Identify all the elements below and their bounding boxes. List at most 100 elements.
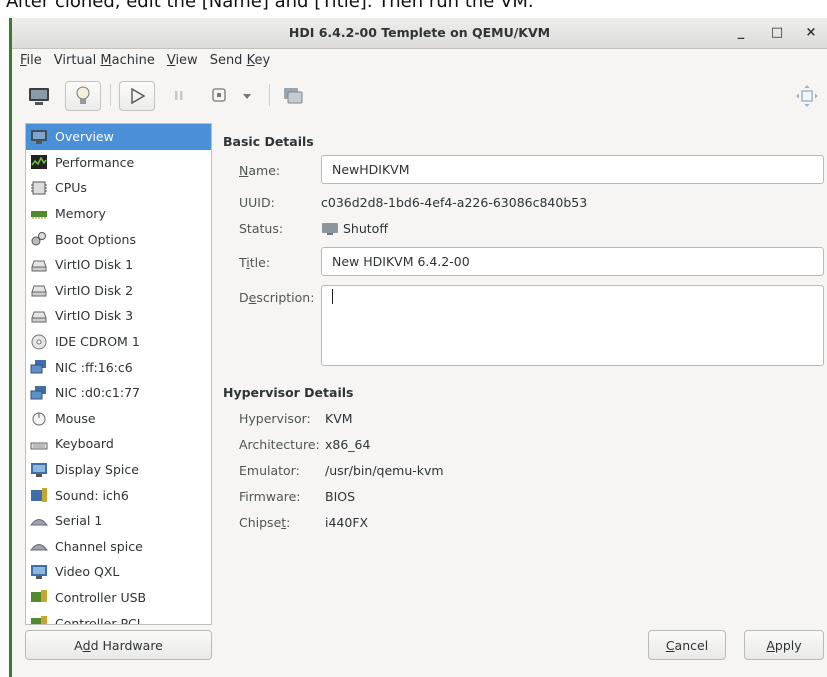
sidebar-item-nic-ff-16-c6[interactable]: NIC :ff:16:c6 bbox=[26, 354, 211, 380]
sidebar-item-label: Controller PCI bbox=[55, 615, 141, 625]
serial-icon bbox=[30, 513, 48, 529]
disk-icon bbox=[30, 282, 48, 298]
chipset-value: i440FX bbox=[325, 515, 369, 530]
uuid-value: c036d2d8-1bd6-4ef4-a226-63086c840b53 bbox=[321, 195, 588, 210]
controller-icon bbox=[30, 615, 48, 624]
sidebar-item-channel-spice[interactable]: Channel spice bbox=[26, 534, 211, 560]
hypervisor-value: KVM bbox=[325, 411, 353, 426]
sound-icon bbox=[30, 487, 48, 503]
sidebar-item-label: Display Spice bbox=[55, 462, 139, 478]
sidebar-item-ide-cdrom-1[interactable]: IDE CDROM 1 bbox=[26, 329, 211, 355]
hypervisor-label: Hypervisor: bbox=[239, 411, 311, 426]
keyboard-icon bbox=[30, 436, 48, 452]
monitor-icon[interactable] bbox=[26, 81, 52, 111]
sidebar-item-video-qxl[interactable]: Video QXL bbox=[26, 559, 211, 585]
name-field[interactable]: NewHDIKVM bbox=[321, 155, 824, 184]
hypervisor-details-heading: Hypervisor Details bbox=[223, 385, 354, 400]
controller-icon bbox=[30, 589, 48, 605]
title-field[interactable]: New HDIKVM 6.4.2-00 bbox=[321, 247, 824, 276]
sidebar-item-virtio-disk-1[interactable]: VirtIO Disk 1 bbox=[26, 252, 211, 278]
sidebar-item-display-spice[interactable]: Display Spice bbox=[26, 457, 211, 483]
sidebar-item-label: Sound: ich6 bbox=[55, 487, 129, 503]
sidebar-item-boot-options[interactable]: Boot Options bbox=[26, 226, 211, 252]
play-icon[interactable] bbox=[119, 81, 155, 111]
sidebar-item-label: VirtIO Disk 2 bbox=[55, 282, 134, 298]
sidebar-item-label: VirtIO Disk 1 bbox=[55, 257, 134, 273]
snapshot-icon[interactable] bbox=[280, 81, 306, 111]
sidebar-item-label: Mouse bbox=[55, 410, 96, 426]
close-button[interactable]: × bbox=[802, 24, 820, 42]
sidebar-item-label: Overview bbox=[55, 129, 114, 145]
sidebar-item-cpus[interactable]: CPUs bbox=[26, 175, 211, 201]
cpu-icon bbox=[30, 180, 48, 196]
network-icon bbox=[30, 359, 48, 375]
emulator-value: /usr/bin/qemu-kvm bbox=[325, 463, 444, 478]
title-bar[interactable]: HDI 6.4.2-00 Templete on QEMU/KVM _ □ × bbox=[12, 18, 827, 49]
sidebar-item-label: Video QXL bbox=[55, 564, 120, 580]
sidebar-item-label: Keyboard bbox=[55, 436, 114, 452]
maximize-button[interactable]: □ bbox=[768, 24, 786, 42]
firmware-value: BIOS bbox=[325, 489, 356, 504]
sidebar-item-nic-d0-c1-77[interactable]: NIC :d0:c1:77 bbox=[26, 380, 211, 406]
sidebar-item-label: NIC :d0:c1:77 bbox=[55, 385, 140, 401]
sidebar-item-label: VirtIO Disk 3 bbox=[55, 308, 134, 324]
sidebar-item-label: IDE CDROM 1 bbox=[55, 334, 140, 350]
firmware-label: Firmware: bbox=[239, 489, 301, 504]
sidebar-item-label: Memory bbox=[55, 206, 106, 222]
disk-icon bbox=[30, 308, 48, 324]
sidebar-item-controller-pci[interactable]: Controller PCI bbox=[26, 610, 211, 625]
mouse-icon bbox=[30, 410, 48, 426]
display-icon bbox=[30, 462, 48, 478]
description-label: Description: bbox=[239, 290, 315, 305]
sidebar-item-keyboard[interactable]: Keyboard bbox=[26, 431, 211, 457]
sidebar-item-label: Performance bbox=[55, 154, 135, 170]
lightbulb-icon[interactable] bbox=[65, 81, 101, 111]
dropdown-icon[interactable] bbox=[238, 81, 256, 111]
memory-icon bbox=[30, 206, 48, 222]
toolbar bbox=[12, 72, 827, 116]
resize-icon[interactable] bbox=[794, 81, 820, 111]
caption-text: After cloned, edit the [Name] and [Title… bbox=[0, 0, 827, 18]
stop-icon[interactable] bbox=[208, 81, 230, 111]
sidebar-item-label: NIC :ff:16:c6 bbox=[55, 359, 133, 375]
uuid-label: UUID: bbox=[239, 195, 275, 210]
menu-send-key[interactable]: Send Key bbox=[204, 53, 276, 68]
serial-icon bbox=[30, 538, 48, 554]
window-title: HDI 6.4.2-00 Templete on QEMU/KVM bbox=[288, 25, 551, 40]
cdrom-icon bbox=[30, 334, 48, 350]
sidebar-item-label: Serial 1 bbox=[55, 513, 103, 529]
sidebar-item-performance[interactable]: Performance bbox=[26, 150, 211, 176]
menu-virtual-machine[interactable]: Virtual Machine bbox=[48, 53, 161, 68]
sidebar-item-label: Controller USB bbox=[55, 589, 147, 605]
sidebar-item-virtio-disk-3[interactable]: VirtIO Disk 3 bbox=[26, 303, 211, 329]
description-field[interactable] bbox=[321, 285, 824, 366]
vm-details-window: HDI 6.4.2-00 Templete on QEMU/KVM _ □ × … bbox=[9, 18, 827, 677]
sidebar-item-label: CPUs bbox=[55, 180, 87, 196]
sidebar-item-sound-ich6[interactable]: Sound: ich6 bbox=[26, 482, 211, 508]
basic-details-heading: Basic Details bbox=[223, 134, 314, 149]
cancel-button[interactable]: Cancel bbox=[648, 630, 726, 660]
status-value: Shutoff bbox=[321, 221, 388, 236]
architecture-value: x86_64 bbox=[325, 437, 371, 452]
emulator-label: Emulator: bbox=[239, 463, 300, 478]
add-hardware-button[interactable]: Add Hardware bbox=[25, 630, 212, 660]
minimize-button[interactable]: _ bbox=[732, 24, 750, 42]
sidebar-item-mouse[interactable]: Mouse bbox=[26, 406, 211, 432]
apply-button[interactable]: Apply bbox=[744, 630, 824, 660]
pause-icon[interactable] bbox=[167, 81, 191, 111]
sidebar-item-overview[interactable]: Overview bbox=[26, 124, 211, 150]
hardware-list: Overview Performance CPUs Memory Boot Option… bbox=[25, 123, 212, 625]
menu-file[interactable]: File bbox=[14, 53, 48, 68]
status-label: Status: bbox=[239, 221, 284, 236]
sidebar-item-controller-usb[interactable]: Controller USB bbox=[26, 585, 211, 611]
sidebar-item-memory[interactable]: Memory bbox=[26, 201, 211, 227]
menu-view[interactable]: View bbox=[161, 53, 204, 68]
disk-icon bbox=[30, 257, 48, 273]
name-label: Name: bbox=[239, 163, 281, 178]
sidebar-item-virtio-disk-2[interactable]: VirtIO Disk 2 bbox=[26, 278, 211, 304]
sidebar-item-label: Channel spice bbox=[55, 538, 143, 554]
monitor-icon bbox=[30, 129, 48, 145]
architecture-label: Architecture: bbox=[239, 437, 320, 452]
sidebar-item-serial-1[interactable]: Serial 1 bbox=[26, 508, 211, 534]
monitor-icon bbox=[321, 222, 339, 236]
